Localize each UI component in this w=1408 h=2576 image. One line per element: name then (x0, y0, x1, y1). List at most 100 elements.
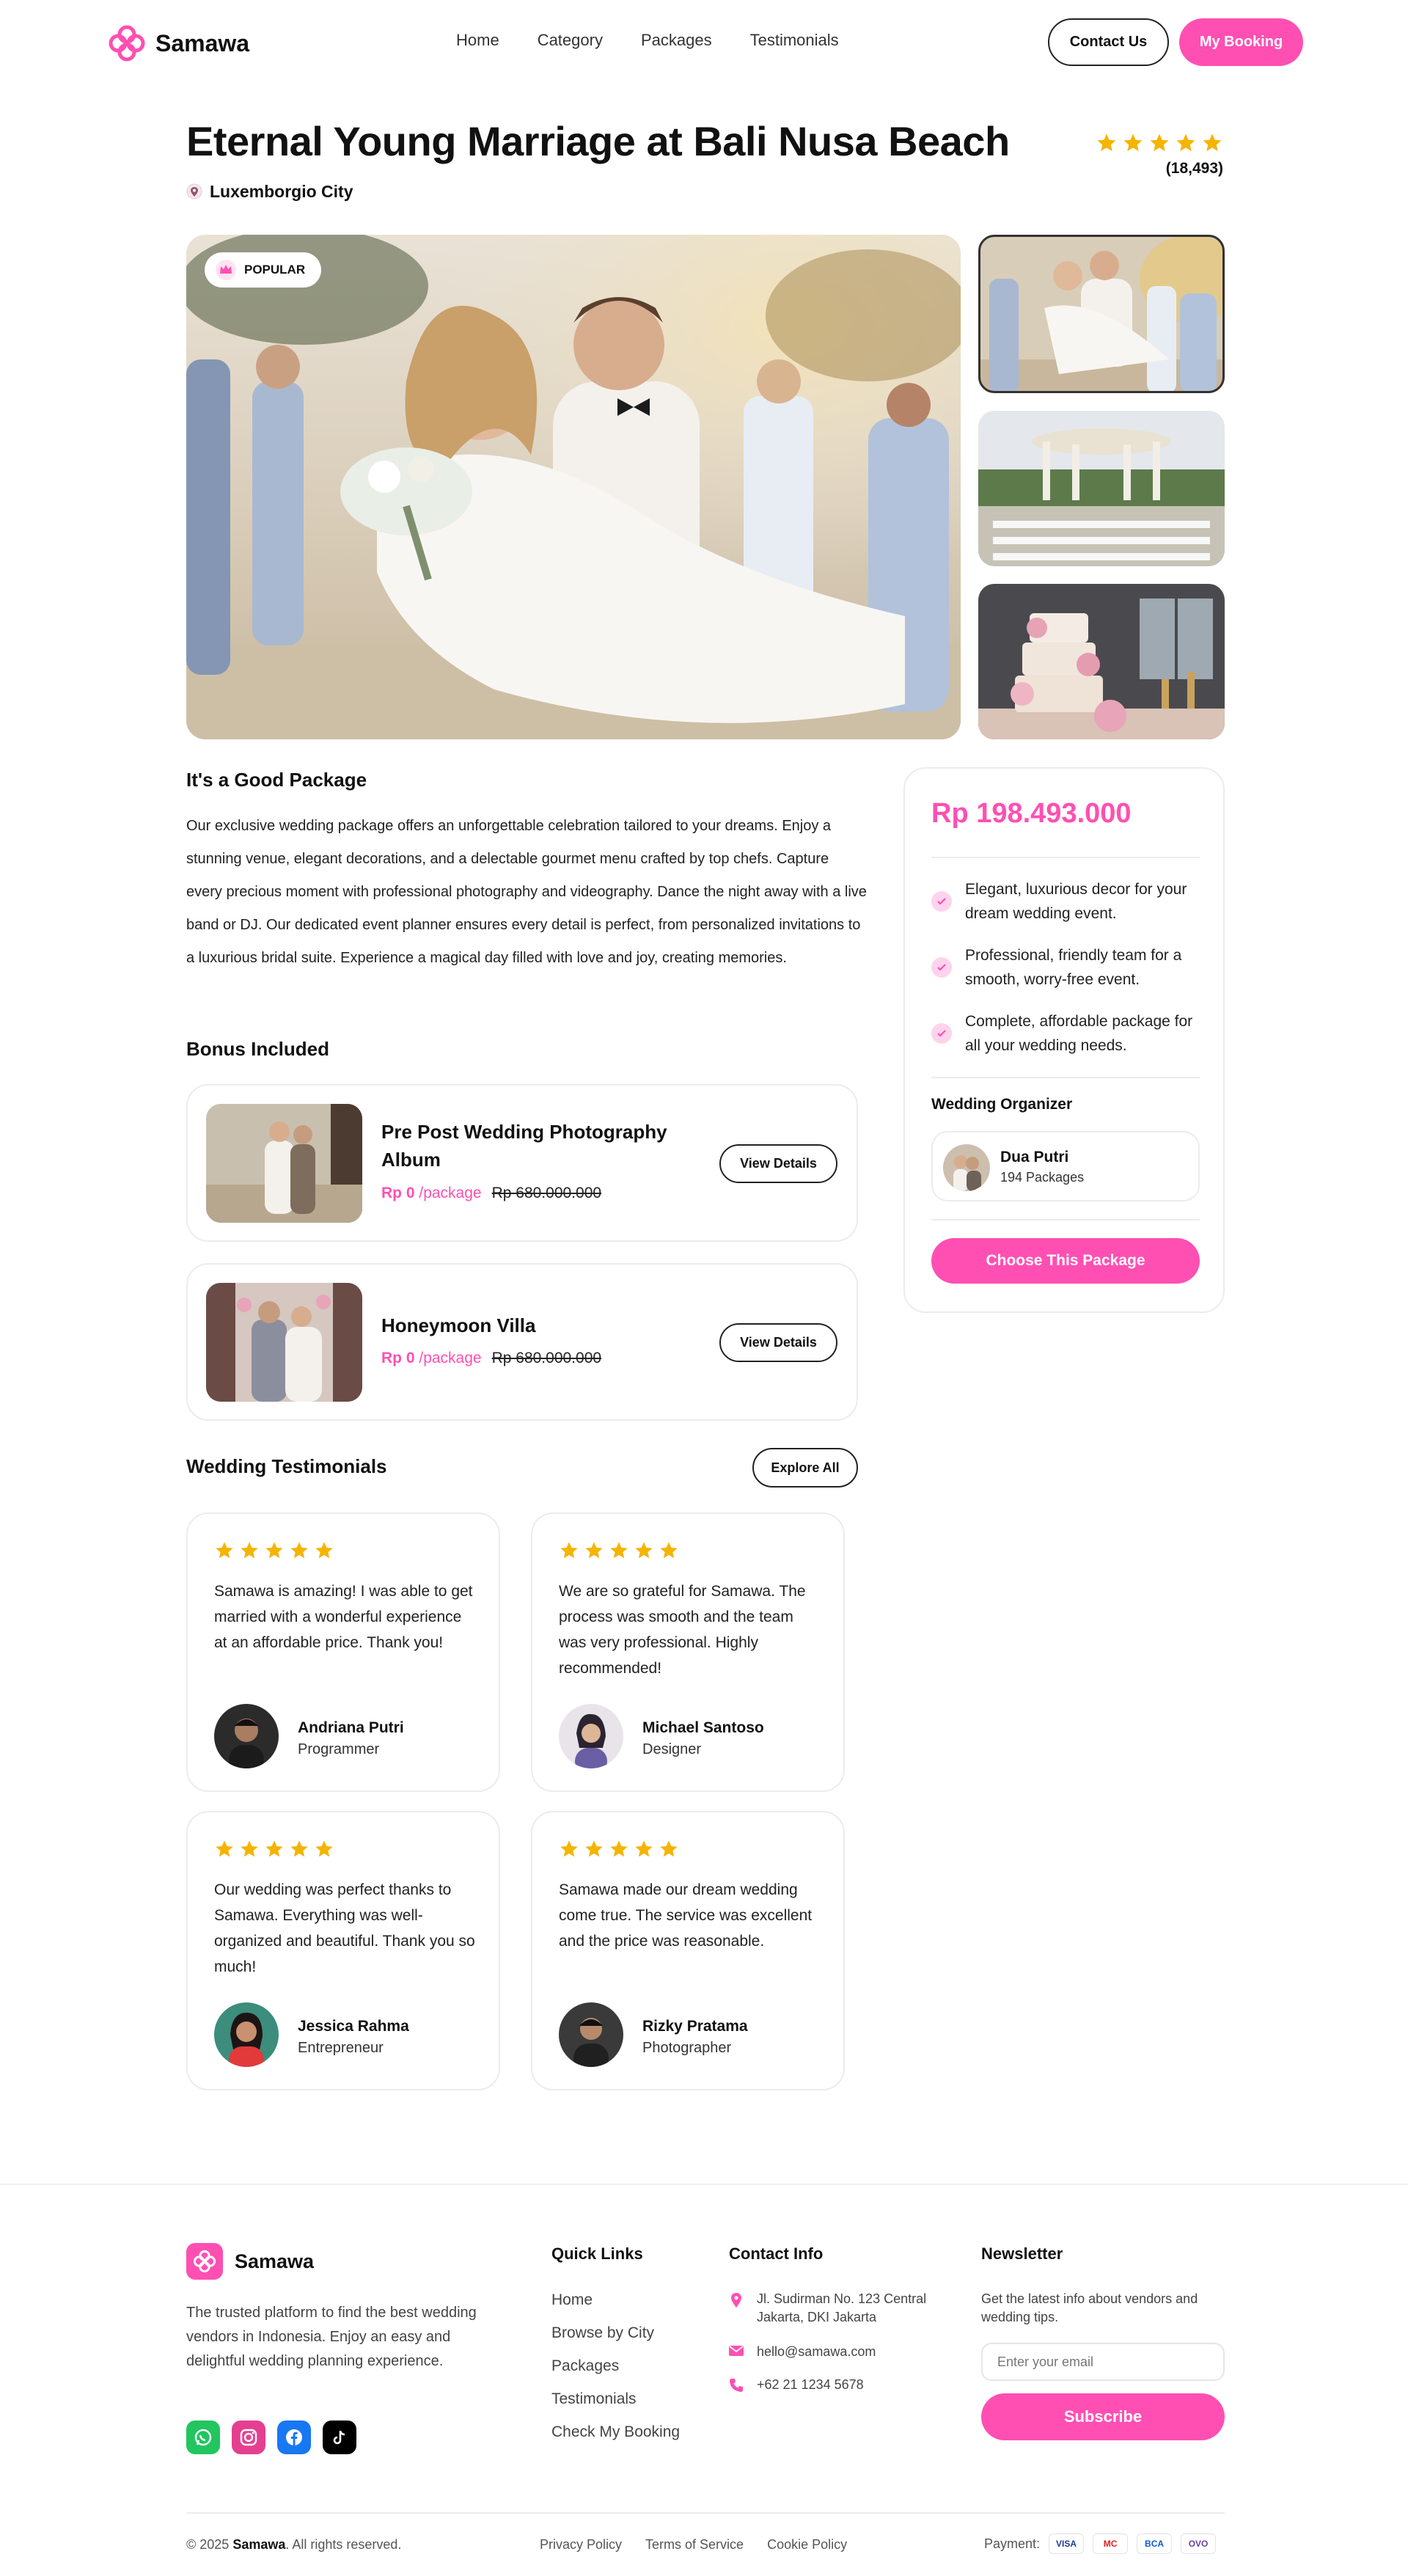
instagram-icon[interactable] (232, 2421, 265, 2454)
main-nav: Home Category Packages Testimonials (456, 31, 839, 50)
bonus-title: Honeymoon Villa (381, 1314, 536, 1336)
testimonial-text: We are so grateful for Samawa. The proce… (559, 1583, 806, 1677)
star-icon (1150, 133, 1169, 152)
testimonial-card: Our wedding was perfect thanks to Samawa… (186, 1811, 500, 2090)
quick-links-heading: Quick Links (551, 2244, 643, 2263)
thumbnail-venue[interactable] (978, 411, 1225, 566)
thumbnail-cake-photo (978, 584, 1225, 739)
footer-link-browse-city[interactable]: Browse by City (551, 2324, 680, 2357)
contact-us-button[interactable]: Contact Us (1048, 18, 1169, 66)
bonus-price: Rp 0 /package Rp 680.000.000 (381, 1350, 601, 1367)
whatsapp-icon[interactable] (186, 2421, 220, 2454)
crown-icon (216, 260, 236, 280)
testimonial-card: We are so grateful for Samawa. The proce… (531, 1512, 845, 1792)
footer-link-check-booking[interactable]: Check My Booking (551, 2423, 680, 2456)
view-details-button[interactable]: View Details (719, 1144, 837, 1183)
testimonial-name: Rizky Pratama (642, 2018, 748, 2035)
thumbnail-couple[interactable] (978, 235, 1225, 393)
view-details-button[interactable]: View Details (719, 1323, 837, 1362)
legal-links: Privacy Policy Terms of Service Cookie P… (540, 2537, 847, 2553)
contact-phone[interactable]: +62 21 1234 5678 (729, 2376, 864, 2394)
star-icon (241, 1542, 258, 1559)
footer-divider (0, 2184, 1408, 2185)
main-photo[interactable]: POPULAR (186, 235, 961, 739)
bonus-card: Pre Post Wedding Photography Album Rp 0 … (186, 1084, 858, 1242)
cookie-policy-link[interactable]: Cookie Policy (767, 2537, 847, 2553)
nav-packages[interactable]: Packages (641, 31, 712, 50)
quick-links: Home Browse by City Packages Testimonial… (551, 2291, 680, 2456)
footer-link-packages[interactable]: Packages (551, 2357, 680, 2390)
my-booking-button[interactable]: My Booking (1179, 18, 1303, 66)
divider (931, 1219, 1200, 1221)
divider (931, 857, 1200, 858)
star-icon (1176, 133, 1195, 152)
organizer-name: Dua Putri (1000, 1149, 1069, 1166)
location-text: Luxemborgio City (210, 182, 353, 201)
star-icon (1097, 133, 1116, 152)
nav-testimonials[interactable]: Testimonials (750, 31, 839, 50)
contact-email[interactable]: hello@samawa.com (729, 2343, 876, 2361)
bonus-image (206, 1104, 362, 1223)
organizer-label: Wedding Organizer (931, 1096, 1073, 1113)
star-icon (315, 1542, 333, 1559)
footer-brand-name: Samawa (235, 2250, 315, 2272)
map-pin-icon (186, 183, 202, 199)
contact-address: Jl. Sudirman No. 123 Central Jakarta, DK… (729, 2290, 956, 2327)
terms-of-service-link[interactable]: Terms of Service (645, 2537, 744, 2553)
rating-stars (559, 1540, 679, 1561)
subscribe-button[interactable]: Subscribe (981, 2393, 1225, 2440)
facebook-icon[interactable] (277, 2421, 311, 2454)
brand-logo[interactable]: Samawa (109, 25, 249, 62)
location-pin-icon (731, 2293, 741, 2308)
package-rating: (18,493) (1096, 132, 1223, 178)
package-location: Luxemborgio City (186, 182, 353, 202)
tiktok-icon[interactable] (323, 2421, 356, 2454)
bonus-card: Honeymoon Villa Rp 0 /package Rp 680.000… (186, 1263, 858, 1421)
footer-about: The trusted platform to find the best we… (186, 2305, 477, 2369)
feature-item: Elegant, luxurious decor for your dream … (931, 877, 1203, 926)
testimonial-text: Samawa is amazing! I was able to get mar… (214, 1583, 473, 1651)
check-icon (931, 891, 952, 912)
contact-heading: Contact Info (729, 2244, 824, 2263)
site-header: Samawa Home Category Packages Testimonia… (0, 0, 1408, 85)
star-icon (265, 1542, 283, 1559)
organizer-card[interactable]: Dua Putri 194 Packages (931, 1131, 1200, 1201)
footer-link-home[interactable]: Home (551, 2291, 680, 2324)
thumbnail-cake[interactable] (978, 584, 1225, 739)
star-icon (610, 1840, 628, 1857)
description-text: Our exclusive wedding package offers an … (186, 818, 867, 966)
star-icon (635, 1542, 653, 1559)
star-icon (560, 1542, 578, 1559)
copyright: © 2025 Samawa. All rights reserved. (186, 2537, 402, 2552)
choose-package-button[interactable]: Choose This Package (931, 1238, 1200, 1284)
bonus-image (206, 1283, 362, 1402)
villa-photo (206, 1283, 362, 1402)
rating-count: (18,493) (1165, 160, 1223, 177)
testimonial-name: Jessica Rahma (298, 2018, 409, 2035)
footer-link-testimonials[interactable]: Testimonials (551, 2390, 680, 2423)
star-icon (216, 1840, 233, 1857)
package-price: Rp 198.493.000 (931, 798, 1132, 829)
nav-home[interactable]: Home (456, 31, 499, 50)
star-icon (635, 1840, 653, 1857)
star-icon (290, 1840, 308, 1857)
explore-all-button[interactable]: Explore All (752, 1448, 858, 1488)
bonus-price-value: Rp 0 /package (381, 1185, 482, 1201)
bonus-price: Rp 0 /package Rp 680.000.000 (381, 1185, 601, 1202)
star-icon (1203, 133, 1222, 152)
newsletter-email-input[interactable] (981, 2343, 1225, 2381)
nav-category[interactable]: Category (538, 31, 603, 50)
footer-logo[interactable]: Samawa (186, 2243, 314, 2280)
popular-badge: POPULAR (205, 252, 322, 288)
feature-item: Complete, affordable package for all you… (931, 1009, 1203, 1058)
newsletter-text: Get the latest info about vendors and we… (981, 2291, 1198, 2324)
payment-label: Payment: (984, 2536, 1041, 2551)
logo-flower-icon (186, 2243, 223, 2280)
star-icon (241, 1840, 258, 1857)
album-photo (206, 1104, 362, 1223)
divider (931, 1077, 1200, 1078)
bca-icon: BCA (1137, 2533, 1173, 2554)
brand-name: Samawa (155, 29, 250, 56)
email-icon (729, 2346, 744, 2356)
privacy-policy-link[interactable]: Privacy Policy (540, 2537, 622, 2553)
